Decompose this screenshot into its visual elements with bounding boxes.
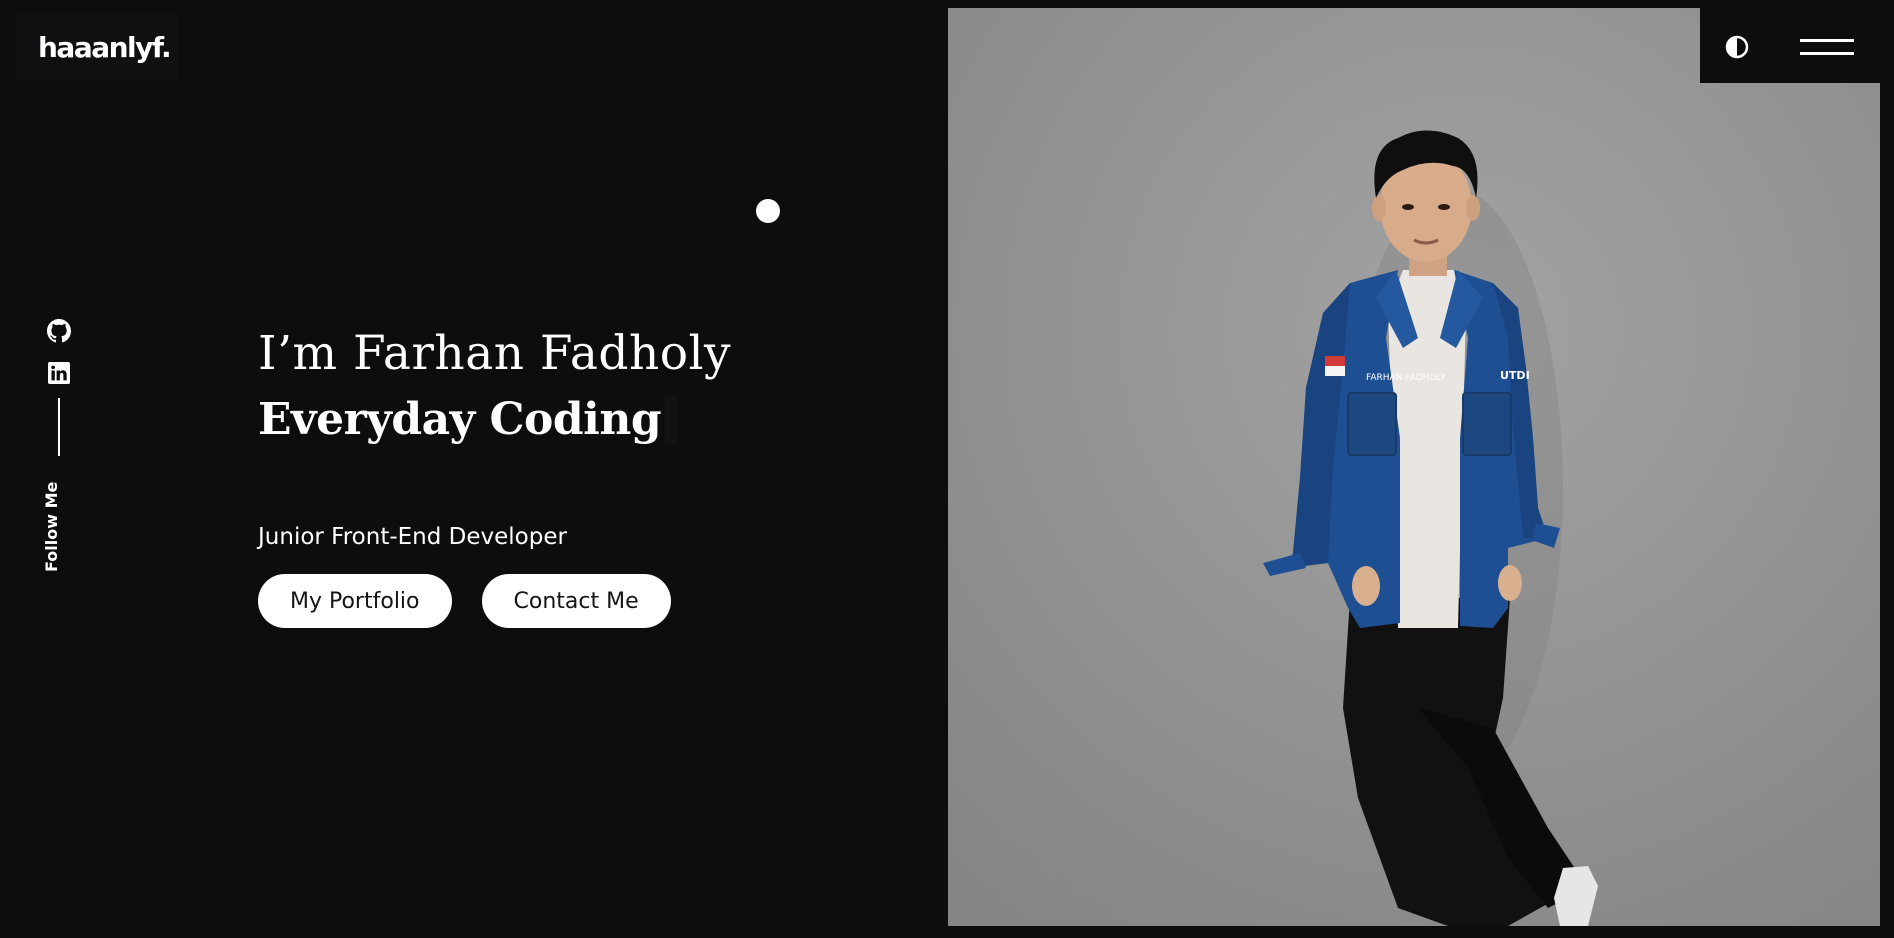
my-portfolio-button[interactable]: My Portfolio [258, 574, 452, 628]
hero-intro: I’m Farhan Fadholy [258, 326, 732, 381]
logo-container[interactable]: haaanlyf. [16, 14, 178, 80]
social-links [44, 318, 74, 456]
hero-role: Junior Front-End Developer [258, 524, 567, 550]
hero-buttons: My Portfolio Contact Me [258, 574, 898, 628]
hero-typed-text: Everyday Coding [258, 394, 662, 445]
social-divider [58, 398, 60, 456]
contrast-icon[interactable] [1724, 34, 1750, 60]
jacket-logo-text: UTDI [1500, 369, 1530, 382]
github-icon[interactable] [46, 318, 72, 344]
follow-me-label: Follow Me [42, 481, 61, 572]
contact-me-button[interactable]: Contact Me [481, 574, 671, 628]
typed-line: Everyday Coding [258, 388, 898, 452]
page: haaanlyf. Follow Me I’m Farhan Fadholy E… [0, 0, 1894, 938]
typing-caret [665, 395, 678, 445]
menu-line [1800, 39, 1854, 42]
hero-section: I’m Farhan Fadholy Everyday Coding Junio… [258, 322, 898, 628]
linkedin-icon[interactable] [46, 360, 72, 386]
cursor-dot [756, 199, 780, 223]
site-logo[interactable]: haaanlyf. [38, 31, 172, 64]
portrait-photo: FARHAN FADHOLY UTDI [948, 8, 1880, 926]
menu-line [1800, 52, 1854, 55]
jacket-name-text: FARHAN FADHOLY [1366, 373, 1446, 383]
hamburger-menu-icon[interactable] [1800, 36, 1856, 58]
